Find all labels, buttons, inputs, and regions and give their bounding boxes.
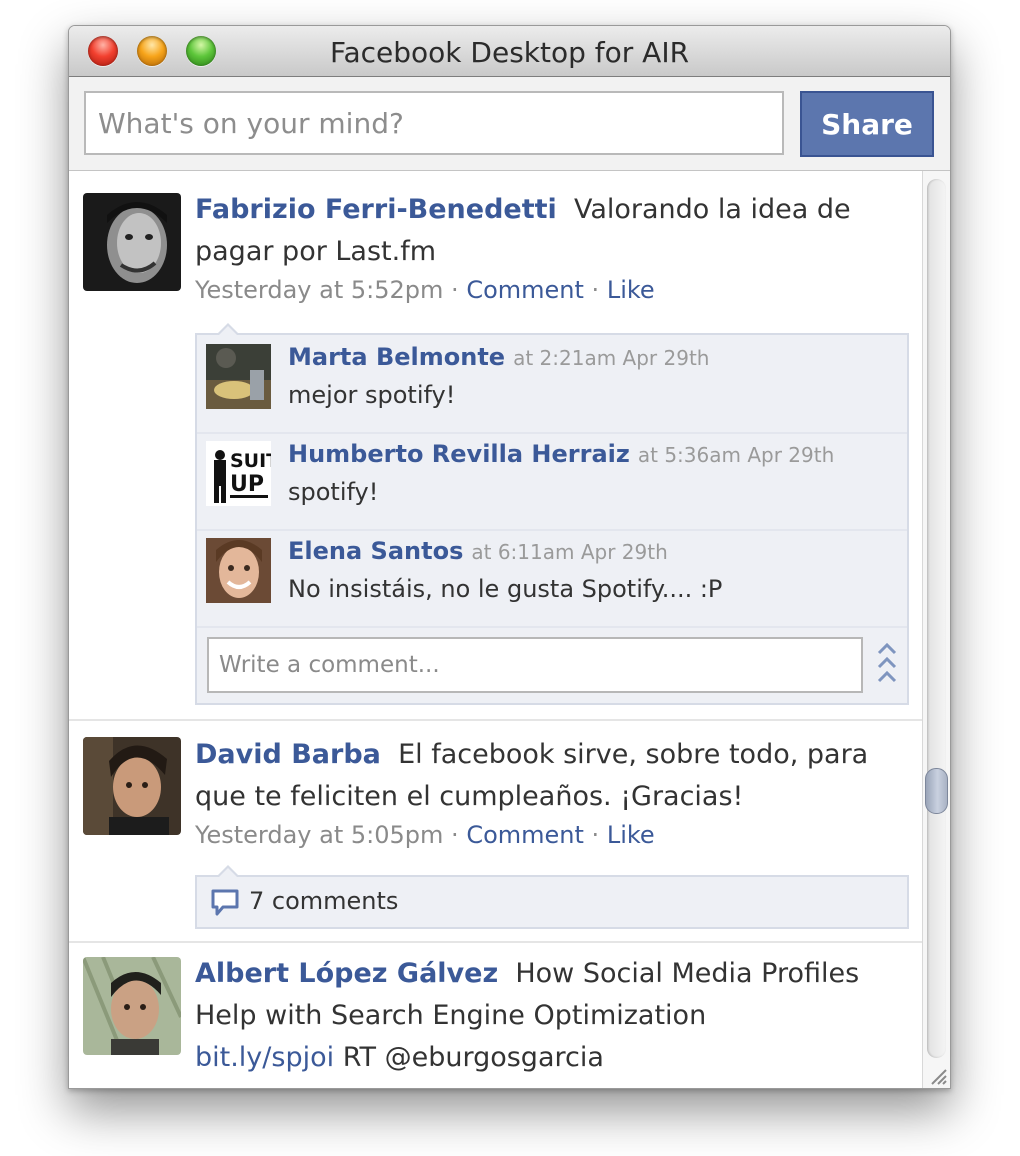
window-title: Facebook Desktop for AIR — [329, 36, 690, 69]
svg-text:SUIT: SUIT — [230, 450, 271, 472]
avatar[interactable] — [206, 538, 271, 603]
post-extra-text: RT @eburgosgarcia — [342, 1042, 604, 1073]
comment-count[interactable]: 7 comments — [249, 887, 398, 915]
meta-separator: · — [591, 821, 600, 849]
avatar-suit-up-icon: SUIT UP — [206, 441, 271, 506]
comment-author-name[interactable]: Humberto Revilla Herraiz — [288, 440, 630, 468]
post-author-link[interactable]: Fabrizio Ferri-Benedetti — [195, 194, 557, 225]
avatar-photo-icon — [83, 193, 181, 291]
feed-post: Albert López Gálvez How Social Media Pro… — [69, 943, 923, 1088]
status-composer: Share — [69, 77, 950, 171]
comment-item: Marta Belmonte at 2:21am Apr 29th mejor s… — [197, 335, 907, 434]
status-input[interactable] — [84, 91, 784, 155]
like-link[interactable]: Like — [607, 821, 655, 849]
comment-input[interactable] — [207, 637, 863, 693]
post-body: Fabrizio Ferri-Benedetti Valorando la id… — [195, 189, 911, 307]
post-body: David Barba El facebook sirve, sobre tod… — [195, 734, 911, 852]
post-timestamp: Yesterday at 5:05pm — [195, 821, 444, 849]
expand-chevrons-icon[interactable] — [875, 639, 899, 689]
resize-grip-icon[interactable] — [926, 1064, 948, 1086]
comment-item: Elena Santos at 6:11am Apr 29th No insist… — [197, 529, 907, 628]
avatar-photo-icon — [206, 344, 271, 409]
post-url-link[interactable]: bit.ly/spjoi — [195, 1042, 334, 1073]
svg-text:UP: UP — [230, 472, 264, 497]
avatar[interactable] — [206, 344, 271, 409]
comment-text: mejor spotify! — [288, 381, 456, 409]
app-window: Facebook Desktop for AIR Share Fabrizio … — [68, 25, 951, 1089]
comments-panel: Marta Belmonte at 2:21am Apr 29th mejor s… — [195, 323, 909, 705]
title-bar[interactable]: Facebook Desktop for AIR — [69, 26, 950, 77]
share-button[interactable]: Share — [800, 91, 934, 157]
post-meta: Yesterday at 5:52pm · Comment · Like — [195, 273, 911, 307]
comment-text: No insistáis, no le gusta Spotify.... :P — [288, 575, 723, 603]
comment-timestamp: at 2:21am Apr 29th — [513, 346, 710, 370]
comment-link[interactable]: Comment — [466, 276, 584, 304]
comment-link[interactable]: Comment — [466, 821, 584, 849]
post-author-link[interactable]: Albert López Gálvez — [195, 958, 498, 989]
comments-caret — [217, 323, 239, 335]
comment-author-link[interactable]: Humberto Revilla Herraiz at 5:36am Apr 29… — [288, 440, 834, 468]
post-body: Albert López Gálvez How Social Media Pro… — [195, 953, 911, 1079]
avatar[interactable] — [83, 193, 181, 291]
post-meta: Yesterday at 5:05pm · Comment · Like — [195, 818, 911, 852]
comment-author-link[interactable]: Elena Santos at 6:11am Apr 29th — [288, 537, 668, 565]
avatar-photo-icon — [206, 538, 271, 603]
avatar-photo-icon — [83, 737, 181, 835]
like-link[interactable]: Like — [607, 276, 655, 304]
comments-caret — [217, 865, 239, 877]
feed-post: Fabrizio Ferri-Benedetti Valorando la id… — [69, 171, 923, 721]
scrollbar-thumb[interactable] — [925, 768, 948, 814]
comment-count-bar[interactable]: 7 comments — [195, 865, 909, 929]
comment-timestamp: at 6:11am Apr 29th — [471, 540, 668, 564]
comment-text: spotify! — [288, 478, 379, 506]
avatar[interactable] — [83, 737, 181, 835]
comment-author-link[interactable]: Marta Belmonte at 2:21am Apr 29th — [288, 343, 709, 371]
avatar[interactable]: SUIT UP — [206, 441, 271, 506]
post-author-link[interactable]: David Barba — [195, 739, 381, 770]
avatar[interactable] — [83, 957, 181, 1055]
comment-author-name[interactable]: Marta Belmonte — [288, 343, 505, 371]
comment-author-name[interactable]: Elena Santos — [288, 537, 463, 565]
feed-post: David Barba El facebook sirve, sobre tod… — [69, 721, 923, 943]
meta-separator: · — [451, 276, 459, 304]
comment-timestamp: at 5:36am Apr 29th — [637, 443, 835, 467]
post-timestamp: Yesterday at 5:52pm — [195, 276, 444, 304]
speech-bubble-icon — [211, 889, 239, 916]
news-feed: Fabrizio Ferri-Benedetti Valorando la id… — [69, 171, 923, 1088]
avatar-photo-icon — [83, 957, 181, 1055]
scrollbar-track[interactable] — [927, 179, 946, 1058]
meta-separator: · — [591, 276, 600, 304]
meta-separator: · — [451, 821, 459, 849]
comment-item: SUIT UP Humberto Revilla Herraiz at 5:36a… — [197, 432, 907, 531]
feed-scrollbar[interactable] — [922, 171, 950, 1088]
